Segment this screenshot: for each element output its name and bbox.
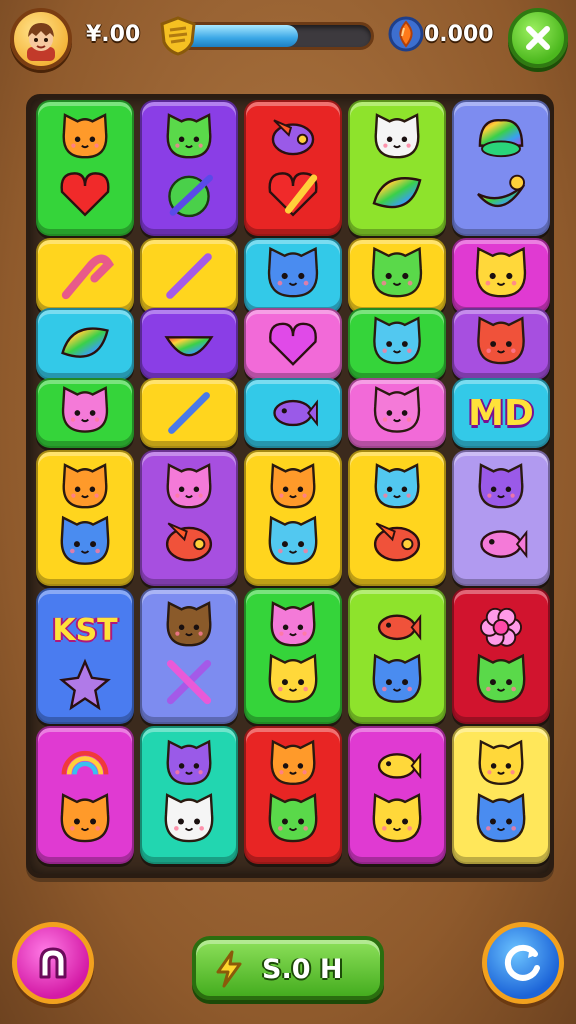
gem-icon: [388, 16, 424, 52]
cat-cyan-icon: [373, 463, 421, 562]
game-tile[interactable]: [452, 450, 550, 586]
cat-brown-icon: [166, 601, 212, 705]
tile-label: MD: [468, 392, 534, 434]
cat-pink-icon: [373, 386, 421, 433]
game-tile[interactable]: [140, 726, 238, 864]
game-tile[interactable]: [244, 308, 342, 380]
player-avatar[interactable]: [10, 8, 72, 70]
rainbow-icon: [60, 750, 110, 843]
game-tile[interactable]: [244, 450, 342, 586]
game-tile[interactable]: [36, 450, 134, 586]
level-progress: [158, 16, 376, 56]
game-tile[interactable]: [36, 378, 134, 448]
cat-pink-icon: [165, 463, 213, 562]
game-tile[interactable]: [36, 238, 134, 314]
character-icon: [27, 23, 55, 61]
shield-icon: [160, 16, 196, 56]
cat-pink-icon: [61, 386, 109, 433]
progress-track: [176, 22, 374, 50]
cat-red-icon: [477, 316, 525, 365]
game-tile[interactable]: [452, 100, 550, 236]
magnet-button[interactable]: [12, 922, 94, 1004]
cat-cyan-icon: [373, 316, 421, 365]
boost-label: S.0 H: [262, 954, 343, 985]
cat-purple-icon: [478, 463, 528, 559]
game-tile[interactable]: [452, 238, 550, 314]
rainbow-blob-icon: [477, 119, 526, 208]
game-tile[interactable]: [348, 588, 446, 724]
game-tile[interactable]: [140, 238, 238, 314]
game-tile[interactable]: [244, 588, 342, 724]
game-tile[interactable]: [348, 450, 446, 586]
cat-pink-icon: [268, 601, 318, 703]
game-tile[interactable]: [348, 238, 446, 314]
game-tile[interactable]: [244, 378, 342, 448]
coin-counter: ¥.00: [86, 22, 141, 47]
top-bar: ¥.00 0.000: [0, 0, 576, 80]
boost-button[interactable]: S.0 H: [192, 936, 384, 1000]
game-tile[interactable]: [140, 450, 238, 586]
fish-purple-icon: [273, 399, 318, 427]
cat-white-icon: [372, 113, 422, 209]
game-tile[interactable]: [140, 378, 238, 448]
game-tile[interactable]: [452, 726, 550, 864]
game-tile[interactable]: [244, 238, 342, 314]
game-tile[interactable]: [452, 588, 550, 724]
game-tile[interactable]: [348, 726, 446, 864]
game-tile[interactable]: [348, 100, 446, 236]
fish-yellow-icon: [372, 752, 422, 843]
game-tile[interactable]: [140, 100, 238, 236]
magnet-icon: [39, 947, 67, 979]
game-tile[interactable]: [36, 100, 134, 236]
refresh-icon: [504, 944, 540, 981]
leaf-rainbow-icon: [61, 327, 109, 358]
heart-magenta-icon: [269, 322, 317, 366]
game-tile[interactable]: [140, 588, 238, 724]
game-tile[interactable]: [452, 308, 550, 380]
cat-purple-icon: [164, 739, 214, 843]
cat-blue-icon: [267, 246, 319, 298]
cat-green-icon: [371, 246, 423, 298]
tile-label: KST: [52, 612, 118, 648]
bird-purple-icon: [268, 119, 318, 217]
gem-counter: 0.000: [424, 22, 494, 47]
close-icon: [526, 26, 550, 50]
cat-green-icon: [166, 113, 213, 218]
game-tile[interactable]: [244, 100, 342, 236]
game-tile[interactable]: [348, 378, 446, 448]
game-tile[interactable]: [244, 726, 342, 864]
fish-red-icon: [372, 614, 422, 703]
pencil-blue-icon: [168, 392, 210, 434]
game-tile[interactable]: [140, 308, 238, 380]
lightning-icon: [216, 950, 242, 988]
cat-orange-icon: [60, 113, 110, 217]
close-button[interactable]: [508, 8, 568, 68]
pencil-purple-icon: [166, 253, 212, 299]
game-tile[interactable]: KST: [36, 588, 134, 724]
puzzle-board: MD KST: [26, 94, 554, 878]
game-tile[interactable]: [36, 726, 134, 864]
game-tile[interactable]: MD: [452, 378, 550, 448]
refresh-button[interactable]: [482, 922, 564, 1004]
watermelon-icon: [164, 336, 214, 357]
magnet-pencil-icon: [61, 254, 114, 300]
cat-orange-icon: [268, 463, 318, 565]
cat-yellow-icon: [475, 246, 527, 298]
game-tile[interactable]: [348, 308, 446, 380]
flower-pink-icon: [476, 607, 526, 703]
cat-yellow-icon: [476, 739, 526, 843]
game-tile[interactable]: [36, 308, 134, 380]
cat-orange-icon: [268, 739, 318, 843]
axolotl-orange-icon: [60, 463, 110, 565]
